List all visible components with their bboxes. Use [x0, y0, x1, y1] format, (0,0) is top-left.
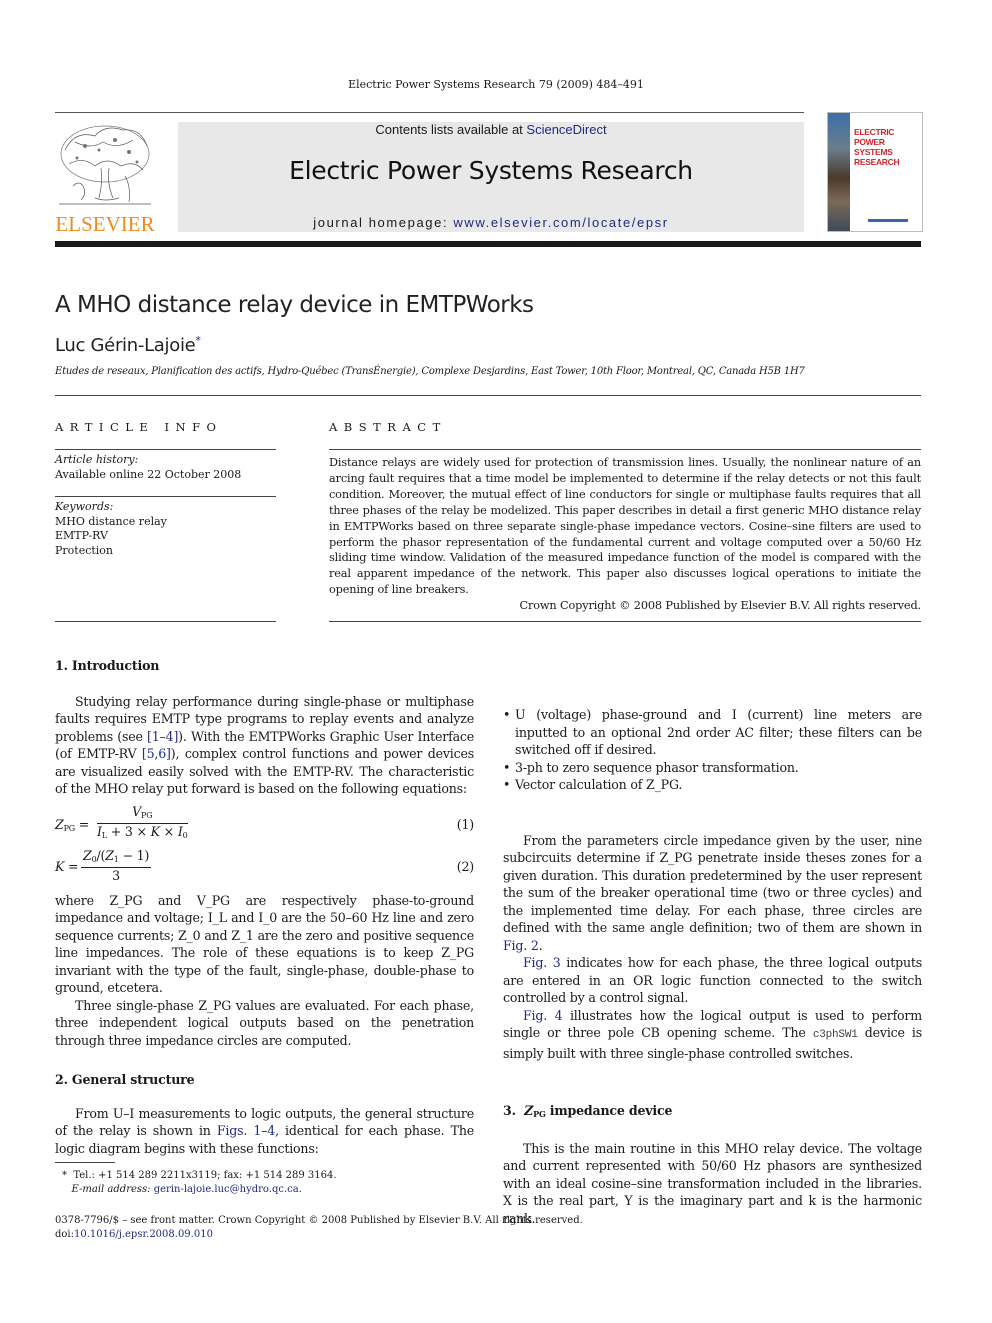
author-footnote: * Tel.: +1 514 289 2211x3119; fax: +1 51…	[62, 1170, 337, 1195]
contents-prefix: Contents lists available at	[375, 122, 527, 137]
section-heading-zpg-impedance-device: 3. ZPG impedance device	[503, 1103, 673, 1119]
homepage-link[interactable]: www.elsevier.com/locate/epsr	[453, 215, 668, 230]
article-history: Article history: Available online 22 Oct…	[55, 453, 276, 482]
keyword: Protection	[55, 543, 114, 557]
equation-number: (2)	[456, 858, 474, 874]
abstract-text: Distance relays are widely used for prot…	[329, 456, 921, 597]
cover-title: ELECTRIC POWER SYSTEMS RESEARCH	[854, 127, 922, 167]
header-rule	[55, 112, 804, 113]
keyword: MHO distance relay	[55, 514, 167, 528]
contents-line: Contents lists available at ScienceDirec…	[178, 122, 804, 137]
section-heading-general-structure: 2. General structure	[55, 1072, 195, 1087]
history-value: Available online 22 October 2008	[55, 467, 242, 481]
running-head: Electric Power Systems Research 79 (2009…	[348, 78, 644, 91]
front-matter: 0378-7796/$ – see front matter. Crown Co…	[55, 1214, 755, 1242]
intro-paragraph-1: Studying relay performance during single…	[55, 693, 474, 798]
general-paragraph-1: From U–I measurements to logic outputs, …	[55, 1105, 474, 1158]
article-info-heading: ARTICLE INFO	[55, 420, 223, 434]
footnote-mark: *	[62, 1170, 67, 1181]
journal-title: Electric Power Systems Research	[289, 156, 693, 185]
fig-2-link[interactable]: Fig. 2	[503, 938, 539, 953]
list-item: U (voltage) phase-ground and I (current)…	[503, 706, 922, 759]
abstract-copyright: Crown Copyright © 2008 Published by Else…	[519, 599, 922, 613]
list-item: 3-ph to zero sequence phasor transformat…	[503, 759, 922, 777]
abstract-rule	[329, 621, 921, 622]
intro-paragraph-3: Three single-phase Z_PG values are evalu…	[55, 997, 474, 1048]
general-paragraph-3: Fig. 3 indicates how for each phase, the…	[503, 954, 922, 1007]
abstract-heading: ABSTRACT	[329, 420, 447, 434]
email-label: E-mail address:	[71, 1184, 154, 1195]
history-label: Article history:	[55, 453, 139, 466]
author-footnote-link[interactable]: *	[195, 334, 201, 347]
text: From the parameters circle impedance giv…	[503, 832, 922, 936]
homepage-line: journal homepage: www.elsevier.com/locat…	[178, 215, 804, 230]
section-number: 3.	[503, 1103, 516, 1118]
ref-link-1-4[interactable]: [1–4]	[147, 729, 178, 744]
sciencedirect-link[interactable]: ScienceDirect	[526, 122, 606, 137]
section-heading-introduction: 1. Introduction	[55, 658, 160, 673]
cover-title-line2: SYSTEMS RESEARCH	[854, 147, 900, 167]
elsevier-wordmark: ELSEVIER	[55, 212, 155, 236]
affiliation: Etudes de reseaux, Planification des act…	[55, 366, 805, 377]
article-title: A MHO distance relay device in EMTPWorks	[55, 292, 534, 318]
issn-line: 0378-7796/$ – see front matter. Crown Co…	[55, 1215, 583, 1226]
device-name-code: c3phSW1	[812, 1029, 858, 1041]
equation-number: (1)	[456, 816, 474, 832]
email-link[interactable]: gerin-lajoie.luc@hydro.qc.ca	[154, 1184, 299, 1195]
keywords-label: Keywords:	[55, 500, 114, 513]
text: indicates how for each phase, the three …	[503, 955, 922, 1005]
cover-publisher-mark	[868, 219, 908, 222]
general-paragraph-2: From the parameters circle impedance giv…	[503, 832, 922, 953]
abstract-rule	[329, 449, 921, 450]
cover-photo-strip	[828, 113, 850, 231]
header-thick-rule	[55, 241, 921, 247]
fig-4-link[interactable]: Fig. 4	[523, 1008, 563, 1023]
footnote-contact: Tel.: +1 514 289 2211x3119; fax: +1 514 …	[73, 1170, 337, 1181]
equation-1: ZPG = VPG IL + 3 × K × I0 (1)	[55, 803, 474, 840]
function-list: U (voltage) phase-ground and I (current)…	[503, 706, 922, 794]
figs-1-4-link[interactable]: Figs. 1–4	[217, 1123, 275, 1138]
doi-link[interactable]: 10.1016/j.epsr.2008.09.010	[74, 1229, 213, 1240]
left-column: 1. Introduction Studying relay performan…	[55, 657, 474, 1157]
fig-3-link[interactable]: Fig. 3	[523, 955, 561, 970]
footnote-rule	[55, 1162, 115, 1163]
keyword: EMTP-RV	[55, 529, 108, 542]
equation-2: K = Z0/(Z1 − 1) 3 (2)	[55, 847, 474, 883]
article-info-rule	[55, 449, 276, 450]
section-title: impedance device	[545, 1103, 673, 1118]
list-item: Vector calculation of Z_PG.	[503, 776, 922, 794]
affiliation-rule	[55, 395, 921, 396]
homepage-prefix: journal homepage:	[313, 215, 454, 230]
article-info-rule	[55, 621, 276, 622]
abstract-body: Distance relays are widely used for prot…	[329, 455, 921, 614]
ref-link-5-6[interactable]: [5,6]	[142, 746, 171, 761]
doi-label: doi:	[55, 1229, 74, 1240]
author-line: Luc Gérin-Lajoie*	[55, 334, 201, 356]
article-info-rule	[55, 496, 276, 497]
keywords: Keywords: MHO distance relay EMTP-RV Pro…	[55, 500, 276, 558]
intro-paragraph-2: where Z_PG and V_PG are respectively pha…	[55, 892, 474, 996]
author-name: Luc Gérin-Lajoie	[55, 335, 196, 356]
general-paragraph-4: Fig. 4 illustrates how the logical outpu…	[503, 1007, 922, 1063]
right-column: U (voltage) phase-ground and I (current)…	[503, 706, 922, 1227]
cover-title-line1: ELECTRIC POWER	[854, 127, 895, 147]
journal-cover-thumbnail[interactable]: ELECTRIC POWER SYSTEMS RESEARCH	[827, 112, 923, 232]
